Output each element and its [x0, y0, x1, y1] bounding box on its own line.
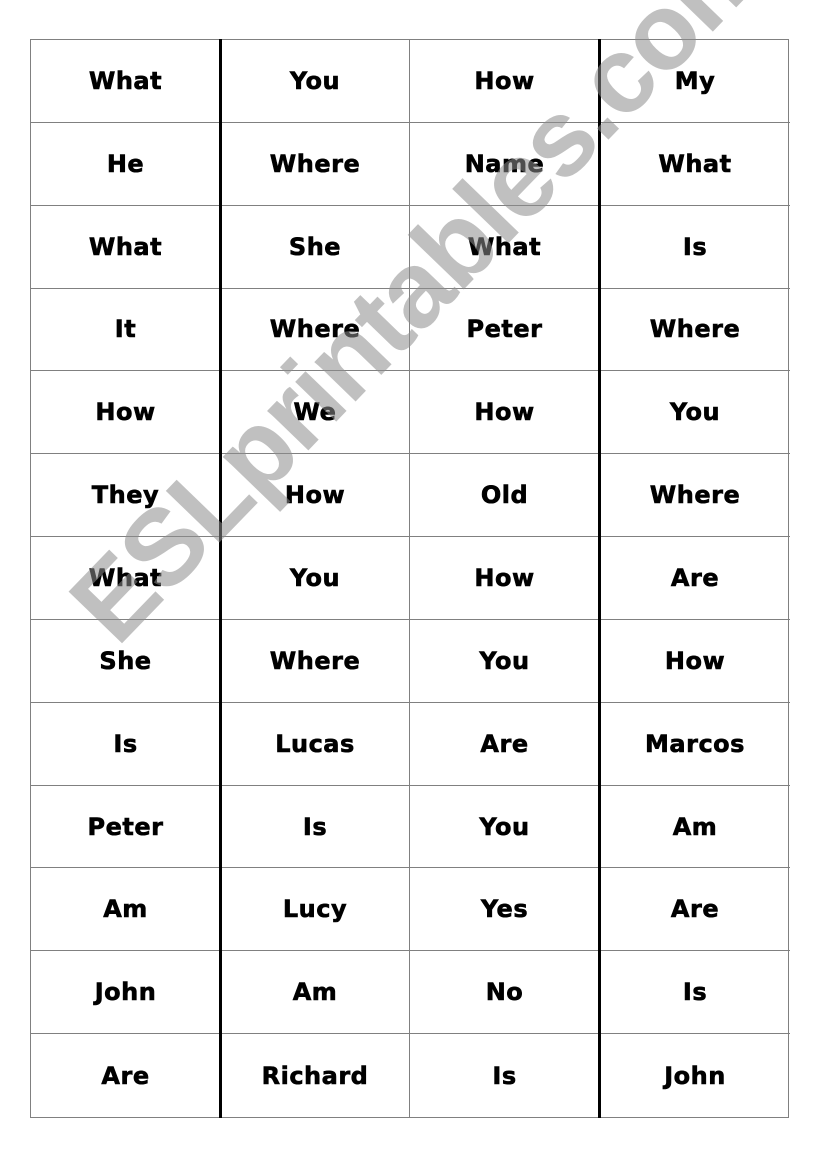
word-card: How — [221, 454, 410, 538]
word-card: Lucy — [221, 868, 410, 952]
word-card: She — [221, 205, 410, 289]
word-card: Am — [221, 951, 410, 1035]
word-card: What — [31, 537, 221, 620]
word-card: Where — [221, 288, 410, 372]
word-card: We — [221, 371, 410, 455]
word-card: Are — [600, 537, 790, 620]
word-card: Lucas — [221, 702, 410, 786]
word-card: What — [600, 123, 790, 206]
word-card: What — [31, 40, 221, 123]
word-card: She — [31, 619, 221, 703]
word-card: You — [410, 619, 600, 703]
word-card: Yes — [410, 868, 600, 952]
word-card: Is — [221, 785, 410, 869]
word-card: They — [31, 454, 221, 538]
word-card-grid: What You How My He Where Name What What She What Is… — [30, 39, 790, 1118]
word-card: Richard — [221, 1034, 410, 1117]
column-divider-thick — [598, 39, 601, 1118]
word-card: Where — [600, 454, 790, 538]
word-card: Is — [600, 951, 790, 1035]
word-card: Are — [600, 868, 790, 952]
word-card: Am — [600, 786, 790, 869]
word-card: John — [31, 951, 221, 1035]
word-card: Am — [31, 868, 221, 952]
word-card: You — [600, 371, 790, 455]
word-card: John — [664, 1061, 726, 1090]
word-card: My — [600, 40, 790, 123]
word-card: Old — [410, 454, 600, 538]
word-card: How — [410, 371, 600, 455]
column-divider-thick — [219, 39, 222, 1118]
word-card: How — [31, 371, 221, 455]
word-card: How — [410, 40, 600, 123]
word-card: You — [221, 40, 410, 123]
word-card: No — [410, 951, 600, 1035]
word-card: You — [410, 785, 600, 869]
word-card: Are — [31, 1034, 221, 1117]
word-card: Is — [410, 1034, 600, 1117]
word-card: You — [221, 537, 410, 620]
word-card: Where — [221, 619, 410, 703]
word-card: Marcos — [600, 703, 790, 786]
word-card: Are — [410, 702, 600, 786]
word-card: What — [410, 205, 600, 289]
word-card: Is — [31, 702, 221, 786]
word-card: Name — [410, 122, 600, 206]
word-card: Where — [221, 122, 410, 206]
word-card: How — [410, 537, 600, 620]
word-card: Peter — [410, 288, 600, 372]
word-card: How — [600, 620, 790, 703]
word-card: He — [31, 122, 221, 206]
word-card: Peter — [31, 785, 221, 869]
word-card: Where — [600, 289, 790, 372]
word-card: Is — [600, 206, 790, 289]
word-card: What — [31, 205, 221, 289]
word-card: It — [31, 288, 221, 372]
